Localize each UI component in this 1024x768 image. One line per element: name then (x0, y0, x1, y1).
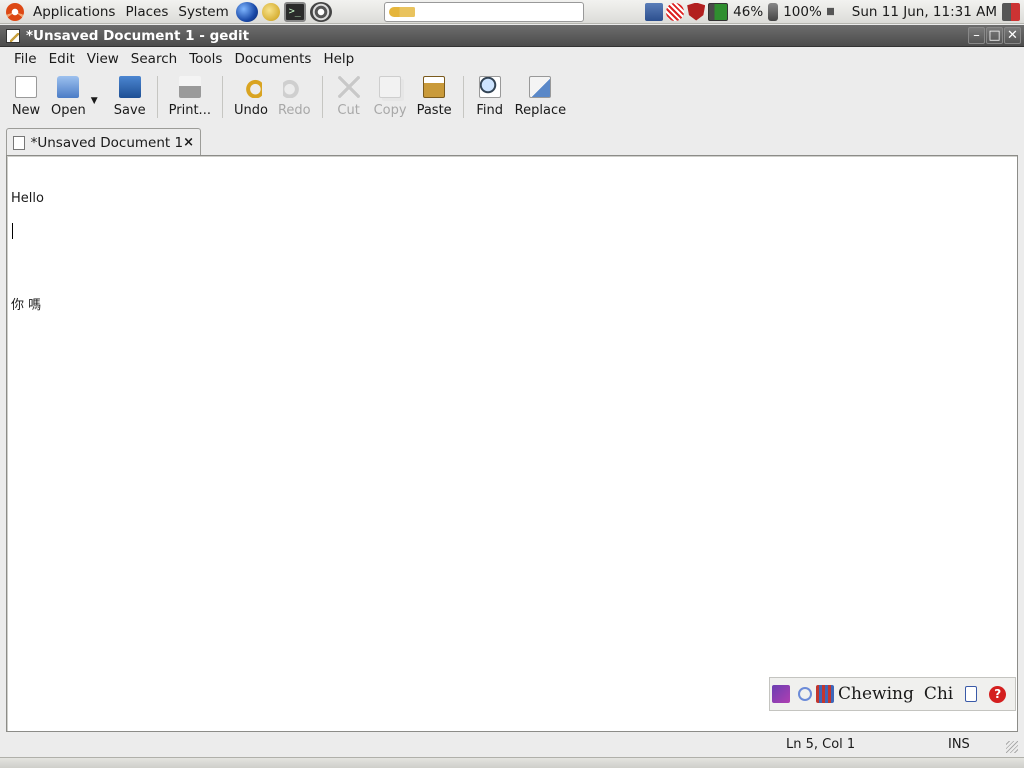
redo-icon (283, 76, 306, 98)
close-window-button[interactable]: ✕ (1004, 27, 1021, 44)
text-editor[interactable]: Hello 你 嗎 (6, 155, 1018, 732)
toolbar-separator (462, 76, 464, 118)
statusbar: Ln 5, Col 1 INS (0, 733, 1024, 755)
open-button[interactable]: Open (46, 73, 91, 118)
battery-percent: 46% (733, 3, 764, 20)
toolbar-separator (321, 76, 323, 118)
volume-icon[interactable] (826, 2, 841, 21)
close-tab-icon[interactable]: × (183, 135, 194, 150)
open-recent-dropdown-icon[interactable]: ▼ (91, 96, 101, 106)
ubuntu-logo-icon[interactable] (6, 2, 24, 21)
top-panel: Applications Places System >_ 46% 100% S… (0, 0, 1024, 24)
insert-mode: INS (948, 736, 970, 752)
panel-search-field[interactable] (383, 1, 584, 22)
network-icon[interactable] (645, 2, 664, 21)
power-plug-icon[interactable] (768, 2, 779, 21)
terminal-launcher-icon[interactable]: >_ (283, 1, 306, 22)
gedit-app-icon[interactable] (6, 28, 20, 43)
system-tray: 46% 100% Sun 11 Jun, 11:31 AM (645, 2, 1024, 21)
minimize-button[interactable]: – (968, 27, 985, 44)
new-button[interactable]: New (6, 73, 46, 118)
undo-label: Undo (233, 103, 268, 118)
redo-label: Redo (277, 103, 311, 118)
help-launcher-icon[interactable] (309, 1, 332, 22)
web-browser-launcher-icon[interactable] (235, 1, 258, 22)
scim-logo-icon[interactable] (772, 685, 790, 703)
menu-edit[interactable]: Edit (43, 51, 81, 67)
cut-button[interactable]: Cut (329, 73, 369, 118)
menu-search[interactable]: Search (125, 51, 183, 67)
save-button[interactable]: Save (109, 73, 151, 118)
window-titlebar[interactable]: *Unsaved Document 1 - gedit – □ ✕ (0, 25, 1024, 47)
undo-icon (239, 76, 262, 98)
menubar: File Edit View Search Tools Documents He… (0, 47, 1024, 71)
power-percent: 100% (783, 3, 822, 20)
copy-icon (379, 76, 402, 98)
save-label: Save (113, 103, 146, 118)
editor-content[interactable]: Hello 你 嗎 (11, 158, 44, 381)
security-shield-icon[interactable] (687, 2, 706, 21)
paste-button[interactable]: Paste (412, 73, 457, 118)
magnifier-icon (478, 76, 501, 98)
copy-button[interactable]: Copy (369, 73, 412, 118)
system-menu[interactable]: System (173, 4, 233, 20)
redo-button[interactable]: Redo (273, 73, 316, 118)
input-language-icon[interactable] (816, 685, 834, 703)
text-cursor (12, 223, 13, 239)
toolbar-separator (221, 76, 223, 118)
applications-menu[interactable]: Applications (28, 4, 120, 20)
tab-label: *Unsaved Document 1 (30, 134, 184, 151)
messenger-launcher-icon[interactable] (261, 2, 280, 21)
editor-line: Hello (11, 191, 44, 206)
open-folder-icon (57, 76, 80, 98)
menu-documents[interactable]: Documents (228, 51, 317, 67)
logout-icon[interactable] (1002, 2, 1020, 21)
scissors-icon (337, 76, 360, 98)
menu-help[interactable]: Help (317, 51, 360, 67)
resize-grip-icon[interactable] (1006, 741, 1018, 753)
places-menu[interactable]: Places (120, 4, 173, 20)
menu-view[interactable]: View (81, 51, 125, 67)
menu-file[interactable]: File (8, 51, 43, 67)
ime-mode[interactable]: Chi (924, 684, 953, 704)
clock[interactable]: Sun 11 Jun, 11:31 AM (852, 4, 997, 20)
maximize-button[interactable]: □ (986, 27, 1003, 44)
print-label: Print... (168, 103, 211, 118)
battery-icon[interactable] (708, 2, 729, 21)
new-document-icon (15, 76, 37, 98)
printer-icon (178, 76, 201, 98)
save-icon (118, 76, 141, 98)
bottom-panel (0, 757, 1024, 768)
undo-button[interactable]: Undo (229, 73, 273, 118)
toolbar: New Open ▼ Save Print... Undo Redo Cut C… (0, 73, 1024, 123)
key-icon (388, 6, 415, 17)
menu-tools[interactable]: Tools (183, 51, 228, 67)
find-button[interactable]: Find (470, 73, 510, 118)
open-label: Open (51, 103, 86, 118)
cut-label: Cut (337, 103, 360, 118)
scheduler-icon[interactable] (666, 2, 685, 21)
copy-label: Copy (373, 103, 407, 118)
input-method-toolbar: Chewing Chi ? (769, 677, 1016, 711)
editor-line: 你 嗎 (11, 298, 42, 313)
cursor-position: Ln 5, Col 1 (786, 736, 856, 752)
replace-button[interactable]: Replace (510, 73, 571, 118)
keyboard-setup-icon[interactable] (965, 686, 978, 702)
input-method-switch-icon[interactable] (798, 687, 812, 701)
toolbar-separator (156, 76, 158, 118)
new-label: New (11, 103, 41, 118)
document-tabs: *Unsaved Document 1 × (0, 125, 1024, 156)
tab-unsaved-document-1[interactable]: *Unsaved Document 1 × (6, 128, 201, 156)
find-label: Find (476, 103, 503, 118)
text-document-icon (13, 135, 25, 150)
paste-label: Paste (416, 103, 452, 118)
replace-label: Replace (514, 103, 567, 118)
clipboard-icon (423, 76, 446, 98)
help-icon[interactable]: ? (989, 685, 1007, 703)
find-replace-icon (529, 76, 552, 98)
ime-engine-name[interactable]: Chewing (838, 684, 914, 704)
window-title: *Unsaved Document 1 - gedit (26, 27, 250, 44)
print-button[interactable]: Print... (164, 73, 216, 118)
